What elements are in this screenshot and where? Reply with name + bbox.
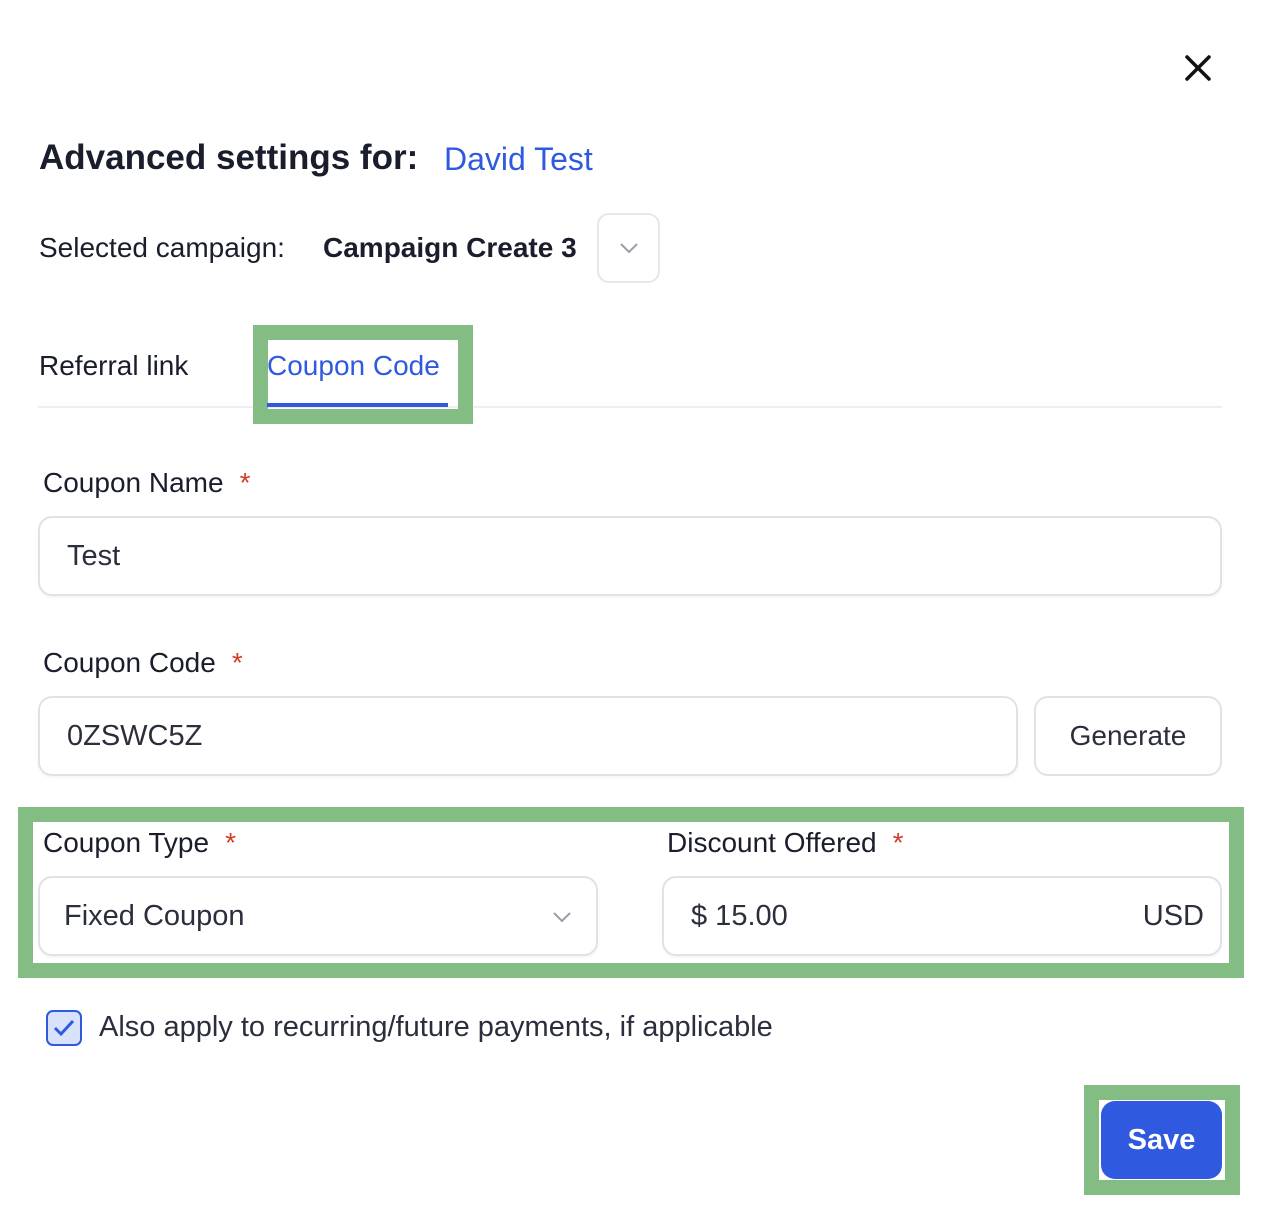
generate-button[interactable]: Generate — [1034, 696, 1222, 776]
campaign-label: Selected campaign: — [39, 232, 285, 263]
tab-referral-link[interactable]: Referral link — [39, 350, 188, 382]
chevron-down-icon — [619, 243, 638, 254]
recurring-checkbox[interactable] — [46, 1010, 82, 1046]
tab-coupon-code[interactable]: Coupon Code — [267, 350, 440, 382]
tabs-divider — [38, 406, 1222, 408]
label-text: Coupon Name — [43, 467, 224, 498]
save-button[interactable]: Save — [1101, 1101, 1222, 1179]
active-tab-indicator — [267, 403, 448, 407]
required-asterisk: * — [892, 827, 904, 858]
currency-label: USD — [1142, 899, 1204, 932]
chevron-down-icon — [553, 912, 571, 923]
label-text: Discount Offered — [667, 827, 877, 858]
coupon-name-label: Coupon Name * — [43, 467, 250, 499]
coupon-type-value: Fixed Coupon — [64, 899, 245, 932]
required-asterisk: * — [225, 827, 236, 858]
discount-value: $ 15.00 — [691, 899, 788, 932]
user-name: David Test — [444, 141, 593, 177]
dialog-title: Advanced settings for: — [39, 138, 419, 177]
campaign-value: Campaign Create 3 — [323, 232, 577, 263]
close-icon — [1185, 55, 1211, 81]
label-text: Coupon Type — [43, 827, 210, 858]
discount-input[interactable]: $ 15.00 USD — [662, 876, 1222, 956]
label-text: Coupon Code — [43, 647, 216, 678]
coupon-code-input[interactable]: 0ZSWC5Z — [38, 696, 1018, 776]
coupon-type-label: Coupon Type * — [43, 827, 236, 859]
checkmark-icon — [53, 1019, 75, 1037]
campaign-dropdown-button[interactable] — [597, 213, 660, 283]
coupon-code-label: Coupon Code * — [43, 647, 243, 679]
coupon-type-select[interactable]: Fixed Coupon — [38, 876, 598, 956]
required-asterisk: * — [231, 647, 243, 678]
coupon-name-input[interactable]: Test — [38, 516, 1222, 596]
required-asterisk: * — [239, 467, 251, 498]
close-button[interactable] — [1178, 48, 1218, 88]
discount-label: Discount Offered * — [667, 827, 904, 859]
recurring-label: Also apply to recurring/future payments,… — [99, 1011, 773, 1043]
